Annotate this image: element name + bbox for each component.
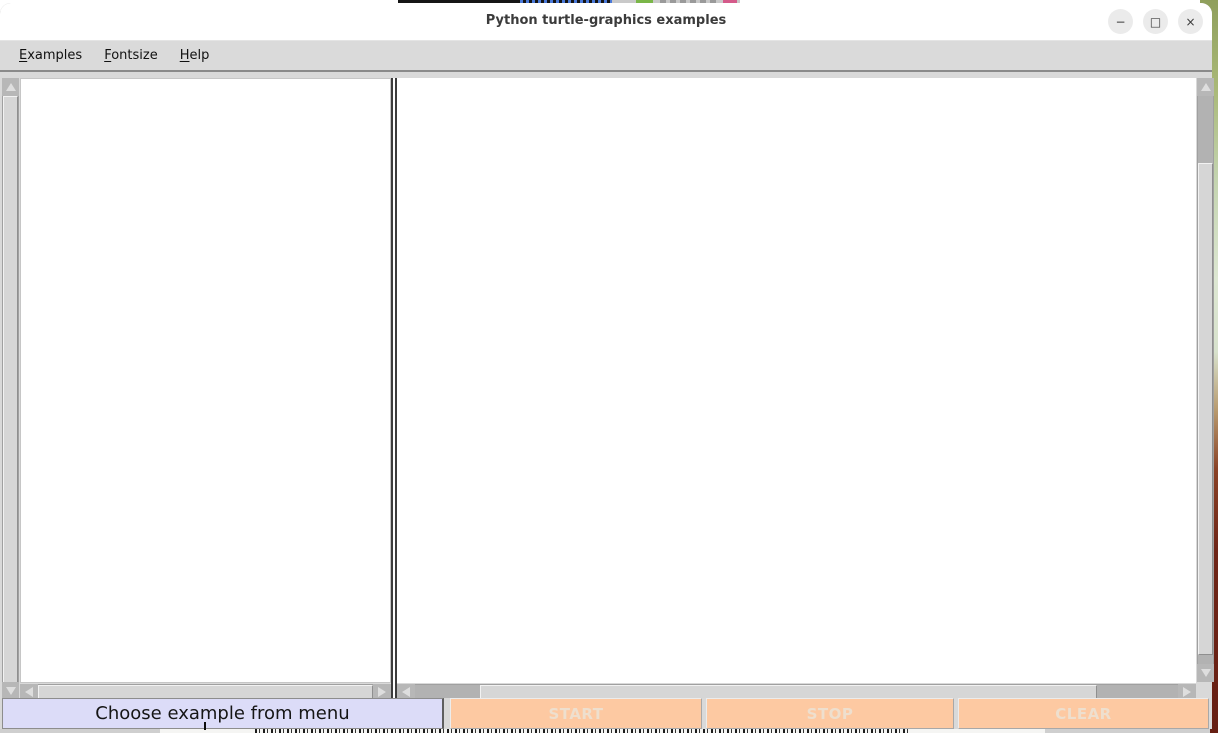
source-code-textarea[interactable] (20, 78, 391, 683)
editor-vscroll-up-button[interactable] (2, 78, 19, 96)
canvas-vertical-scrollbar[interactable] (1197, 78, 1214, 682)
ibeam-cursor (204, 722, 206, 730)
window-title: Python turtle-graphics examples (0, 13, 1212, 28)
turtle-canvas (397, 78, 1196, 683)
scroll-down-icon (6, 687, 16, 695)
canvas-vscroll-down-button[interactable] (1197, 664, 1214, 682)
clear-button[interactable]: CLEAR (958, 698, 1209, 729)
background-document-text (255, 729, 910, 733)
scroll-left-icon (402, 687, 410, 697)
menu-examples-label-rest: xamples (27, 48, 82, 63)
menu-fontsize[interactable]: Fontsize (95, 44, 167, 67)
close-button[interactable]: × (1178, 9, 1203, 34)
window-controls: − □ × (1108, 9, 1203, 34)
editor-hscroll-thumb[interactable] (38, 685, 373, 699)
scroll-down-icon (1201, 669, 1211, 677)
titlebar: Python turtle-graphics examples − □ × (0, 3, 1212, 41)
menu-examples-label: E (19, 48, 27, 63)
start-button[interactable]: START (450, 698, 702, 729)
canvas-hscroll-thumb[interactable] (480, 685, 1097, 699)
scroll-up-icon (1201, 83, 1211, 91)
desktop-background-bottom (0, 729, 1210, 733)
canvas-vscroll-thumb[interactable] (1198, 163, 1213, 655)
stop-button[interactable]: STOP (706, 698, 954, 729)
scroll-left-icon (25, 687, 33, 697)
status-message: Choose example from menu (2, 698, 444, 729)
scroll-right-icon (378, 687, 386, 697)
background-document-strip (160, 729, 1045, 733)
menubar: Examples Fontsize Help (0, 41, 1212, 72)
menu-help-label-rest: elp (189, 48, 209, 63)
maximize-button[interactable]: □ (1143, 9, 1168, 34)
close-icon: × (1185, 16, 1195, 28)
scroll-up-icon (6, 83, 16, 91)
editor-vertical-scrollbar[interactable] (2, 78, 19, 700)
canvas-vscroll-up-button[interactable] (1197, 78, 1214, 96)
menu-help[interactable]: Help (171, 44, 219, 67)
maximize-icon: □ (1150, 16, 1161, 28)
menu-examples[interactable]: Examples (10, 44, 91, 67)
turtledemo-window: Python turtle-graphics examples − □ × Ex… (0, 3, 1212, 729)
editor-vscroll-thumb[interactable] (3, 96, 18, 683)
bottom-bar: Choose example from menu START STOP CLEA… (0, 698, 1212, 729)
minimize-icon: − (1115, 16, 1125, 28)
menu-fontsize-label-rest: ontsize (111, 48, 158, 63)
main-content (0, 72, 1212, 698)
minimize-button[interactable]: − (1108, 9, 1133, 34)
scroll-right-icon (1183, 687, 1191, 697)
